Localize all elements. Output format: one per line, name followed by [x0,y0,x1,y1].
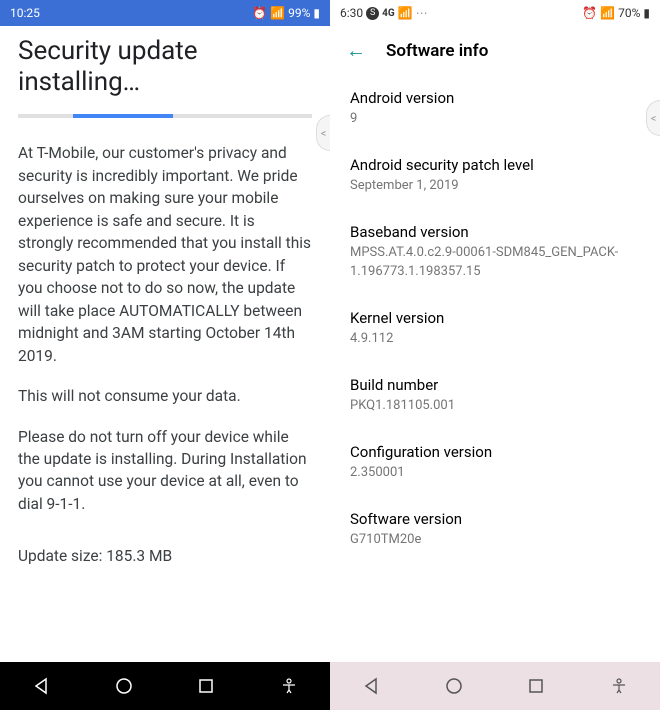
edge-panel-handle[interactable]: < [316,115,330,151]
info-value: 2.350001 [350,464,640,482]
info-label: Kernel version [350,309,640,327]
update-size-text: Update size: 185.3 MB [18,547,312,565]
info-value: PKQ1.181105.001 [350,397,640,415]
right-screenshot: 6:30 S 4G 📶 ⋯ ⏰ 📶 70% ▮ ← Software info … [330,0,660,710]
info-label: Build number [350,376,640,394]
status-bar: 6:30 S 4G 📶 ⋯ ⏰ 📶 70% ▮ [330,0,660,26]
back-button[interactable] [361,676,381,696]
info-list: Android version 9 Android security patch l… [330,75,660,564]
home-button[interactable] [444,676,464,696]
progress-track [18,114,312,118]
info-item[interactable]: Software version G710TM20e [350,496,640,563]
body-paragraph-3: Please do not turn off your device while… [18,426,312,516]
battery-percent: 70% [618,6,640,20]
battery-percent: 99% [288,6,310,20]
info-item[interactable]: Android security patch level September 1,… [350,142,640,209]
info-value: MPSS.AT.4.0.c2.9-00061-SDM845_GEN_PACK-1… [350,244,640,280]
info-item[interactable]: Android version 9 [350,75,640,142]
navigation-bar [0,662,330,710]
signal-icon: 📶 [270,6,285,20]
status-bar: 10:25 ⏰ 📶 99% ▮ [0,0,330,26]
info-label: Software version [350,510,640,528]
body-paragraph-1: At T-Mobile, our customer's privacy and … [18,142,312,367]
info-label: Android version [350,89,640,107]
left-screenshot: 10:25 ⏰ 📶 99% ▮ Security update installi… [0,0,330,710]
home-button[interactable] [114,676,134,696]
alarm-icon: ⏰ [582,6,597,20]
body-paragraph-2: This will not consume your data. [18,385,312,407]
app-icon: S [366,7,379,20]
info-item[interactable]: Kernel version 4.9.112 [350,295,640,362]
info-label: Configuration version [350,443,640,461]
battery-icon: ▮ [643,6,650,20]
info-value: 9 [350,110,640,128]
edge-panel-handle[interactable]: < [646,100,660,136]
recents-button[interactable] [526,676,546,696]
page-title: Security update installing… [18,36,312,98]
info-label: Android security patch level [350,156,640,174]
back-button[interactable] [31,676,51,696]
more-icon: ⋯ [416,6,428,20]
info-value: 4.9.112 [350,330,640,348]
header-title: Software info [386,41,488,61]
status-time: 6:30 [340,6,363,20]
progress-bar [73,114,173,118]
wifi-icon: 📶 [398,6,413,20]
battery-icon: ▮ [313,6,320,20]
alarm-icon: ⏰ [252,6,267,20]
accessibility-icon[interactable] [609,676,629,696]
page-header: ← Software info [330,26,660,75]
signal-icon: 📶 [600,6,615,20]
back-arrow-icon[interactable]: ← [346,38,366,63]
info-value: September 1, 2019 [350,177,640,195]
info-label: Baseband version [350,223,640,241]
accessibility-icon[interactable] [279,676,299,696]
info-item[interactable]: Build number PKQ1.181105.001 [350,362,640,429]
navigation-bar [330,662,660,710]
info-value: G710TM20e [350,531,640,549]
network-type: 4G [382,8,395,19]
info-item[interactable]: Baseband version MPSS.AT.4.0.c2.9-00061-S… [350,209,640,294]
recents-button[interactable] [196,676,216,696]
status-time: 10:25 [10,6,40,20]
info-item[interactable]: Configuration version 2.350001 [350,429,640,496]
